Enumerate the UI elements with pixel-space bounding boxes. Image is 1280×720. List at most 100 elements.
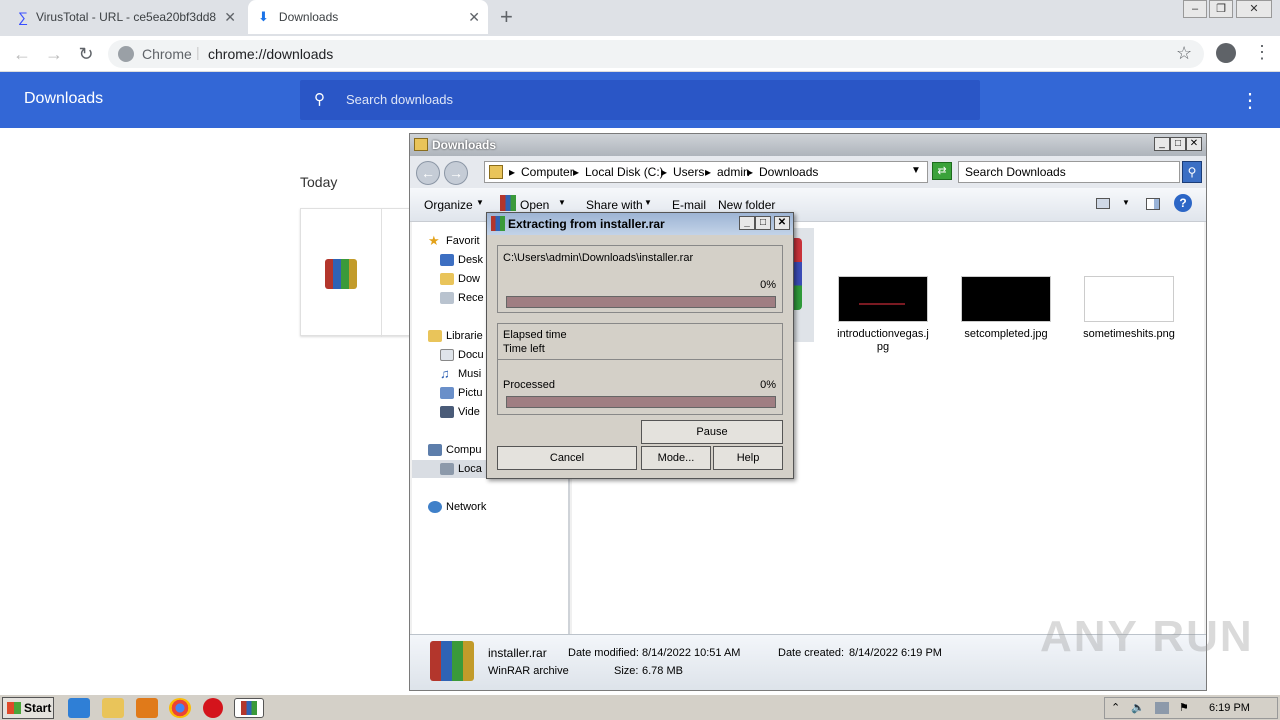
more-actions-icon[interactable]: ⋮ xyxy=(1240,88,1260,113)
winrar-taskbar-button[interactable] xyxy=(234,698,264,718)
new-tab-button[interactable]: + xyxy=(500,4,513,30)
chevron-down-icon: ▼ xyxy=(476,198,484,207)
file-name[interactable]: introductionvegas.j pg xyxy=(831,328,935,354)
nav-label: Musi xyxy=(458,368,482,380)
file-name[interactable]: sometimeshits.png xyxy=(1077,328,1181,341)
desktop-icon xyxy=(440,254,454,266)
card-divider xyxy=(381,209,382,337)
email-button[interactable]: E-mail xyxy=(672,198,706,212)
nav-favorites[interactable]: ★ Favorit xyxy=(428,232,480,250)
explorer-title: Downloads xyxy=(432,138,497,152)
address-bar[interactable]: Chrome | chrome://downloads ☆ xyxy=(108,40,1204,68)
star-icon[interactable]: ☆ xyxy=(1176,43,1192,64)
windows-logo-icon xyxy=(7,702,21,714)
share-with-button[interactable]: Share with xyxy=(586,198,643,212)
nav-label: Network xyxy=(446,501,487,513)
clock[interactable]: 6:19 PM xyxy=(1209,702,1250,714)
new-folder-button[interactable]: New folder xyxy=(718,198,775,212)
nav-libraries[interactable]: Librarie xyxy=(428,327,483,345)
image-thumbnail[interactable] xyxy=(961,276,1051,322)
maximize-button[interactable]: □ xyxy=(1170,137,1186,151)
search-icon[interactable]: ⚲ xyxy=(1182,161,1202,183)
pictures-icon xyxy=(440,387,454,399)
file-name[interactable]: setcompleted.jpg xyxy=(954,328,1058,341)
time-left-label: Time left xyxy=(503,343,545,355)
chevron-down-icon[interactable]: ▼ xyxy=(1122,198,1130,207)
mode-button[interactable]: Mode... xyxy=(641,446,711,470)
browser-tab-strip: ∑ VirusTotal - URL - ce5ea20bf3dd86a ✕ ⬇… xyxy=(0,0,1280,36)
start-button[interactable]: Start xyxy=(2,697,54,719)
refresh-icon[interactable]: ⇄ xyxy=(932,162,952,180)
breadcrumb-computer[interactable]: Computer xyxy=(521,165,574,179)
image-thumbnail[interactable] xyxy=(838,276,928,322)
forward-button[interactable]: → xyxy=(42,42,66,66)
close-button[interactable]: ✕ xyxy=(1186,137,1202,151)
organize-button[interactable]: Organize xyxy=(424,198,473,212)
flag-icon[interactable]: ⚑ xyxy=(1179,701,1189,714)
nav-network[interactable]: Network xyxy=(428,498,486,516)
chevron-down-icon[interactable]: ▼ xyxy=(911,165,921,176)
opera-icon[interactable] xyxy=(203,698,223,718)
profile-icon[interactable] xyxy=(1216,43,1236,63)
breadcrumb[interactable]: ▸ Computer ▸ Local Disk (C:) ▸ Users ▸ a… xyxy=(484,161,928,183)
nav-downloads[interactable]: Dow xyxy=(440,270,480,288)
nav-label: Compu xyxy=(446,444,482,456)
date-created-label: Date created: xyxy=(778,647,845,659)
breadcrumb-local-disk[interactable]: Local Disk (C:) xyxy=(585,165,664,179)
nav-label: Docu xyxy=(458,349,484,361)
breadcrumb-admin[interactable]: admin xyxy=(717,165,750,179)
breadcrumb-downloads[interactable]: Downloads xyxy=(759,165,818,179)
network-icon[interactable] xyxy=(1155,702,1169,714)
forward-button[interactable]: → xyxy=(444,161,468,185)
media-player-icon[interactable] xyxy=(136,698,158,718)
explorer-icon[interactable] xyxy=(102,698,124,718)
restore-button[interactable]: ❐ xyxy=(1209,0,1233,18)
music-icon: ♫ xyxy=(440,366,450,381)
close-icon[interactable]: ✕ xyxy=(224,9,236,26)
downloads-header: Downloads ⚲ Search downloads ⋮ xyxy=(0,72,1280,128)
show-hidden-icons[interactable]: ⌃ xyxy=(1111,701,1120,714)
search-field[interactable]: Search Downloads xyxy=(958,161,1180,183)
ie-icon[interactable] xyxy=(68,698,90,718)
help-button[interactable]: Help xyxy=(713,446,783,470)
preview-pane-icon[interactable] xyxy=(1146,198,1160,210)
help-icon[interactable]: ? xyxy=(1174,194,1192,212)
reload-button[interactable]: ↻ xyxy=(74,42,98,66)
maximize-button[interactable]: □ xyxy=(755,216,771,230)
close-button[interactable]: ✕ xyxy=(774,216,790,230)
pause-button[interactable]: Pause xyxy=(641,420,783,444)
archive-path: C:\Users\admin\Downloads\installer.rar xyxy=(503,252,694,264)
anyrun-watermark: ANY RUN xyxy=(1040,612,1254,661)
search-downloads-input[interactable]: ⚲ Search downloads xyxy=(300,80,980,120)
cancel-button[interactable]: Cancel xyxy=(497,446,637,470)
nav-pictures[interactable]: Pictu xyxy=(440,384,482,402)
dialog-titlebar: Extracting from installer.rar _ □ ✕ xyxy=(487,213,793,235)
minimize-button[interactable]: – xyxy=(1183,0,1207,18)
nav-recent[interactable]: Rece xyxy=(440,289,484,307)
nav-videos[interactable]: Vide xyxy=(440,403,480,421)
nav-computer[interactable]: Compu xyxy=(428,441,481,459)
view-icon[interactable] xyxy=(1096,198,1110,209)
nav-music[interactable]: ♫ Musi xyxy=(440,365,481,383)
menu-icon[interactable]: ⋮ xyxy=(1253,42,1271,63)
size-label: Size: xyxy=(614,665,639,677)
nav-desktop[interactable]: Desk xyxy=(440,251,483,269)
image-thumbnail[interactable] xyxy=(1084,276,1174,322)
details-type: WinRAR archive xyxy=(488,665,569,677)
back-button[interactable]: ← xyxy=(416,161,440,185)
breadcrumb-users[interactable]: Users xyxy=(673,165,704,179)
open-button[interactable]: Open xyxy=(520,198,549,212)
volume-icon[interactable]: 🔈 xyxy=(1131,701,1145,714)
minimize-button[interactable]: _ xyxy=(739,216,755,230)
nav-label: Dow xyxy=(458,273,481,285)
close-window-button[interactable]: ✕ xyxy=(1236,0,1272,18)
documents-icon xyxy=(440,349,454,361)
close-icon[interactable]: ✕ xyxy=(468,9,480,26)
chrome-icon xyxy=(118,46,134,62)
tab-downloads[interactable]: ⬇ Downloads ✕ xyxy=(248,0,488,34)
chrome-icon[interactable] xyxy=(169,698,191,718)
tab-virustotal[interactable]: ∑ VirusTotal - URL - ce5ea20bf3dd86a ✕ xyxy=(8,0,244,34)
back-button[interactable]: ← xyxy=(10,42,34,66)
minimize-button[interactable]: _ xyxy=(1154,137,1170,151)
nav-documents[interactable]: Docu xyxy=(440,346,484,364)
